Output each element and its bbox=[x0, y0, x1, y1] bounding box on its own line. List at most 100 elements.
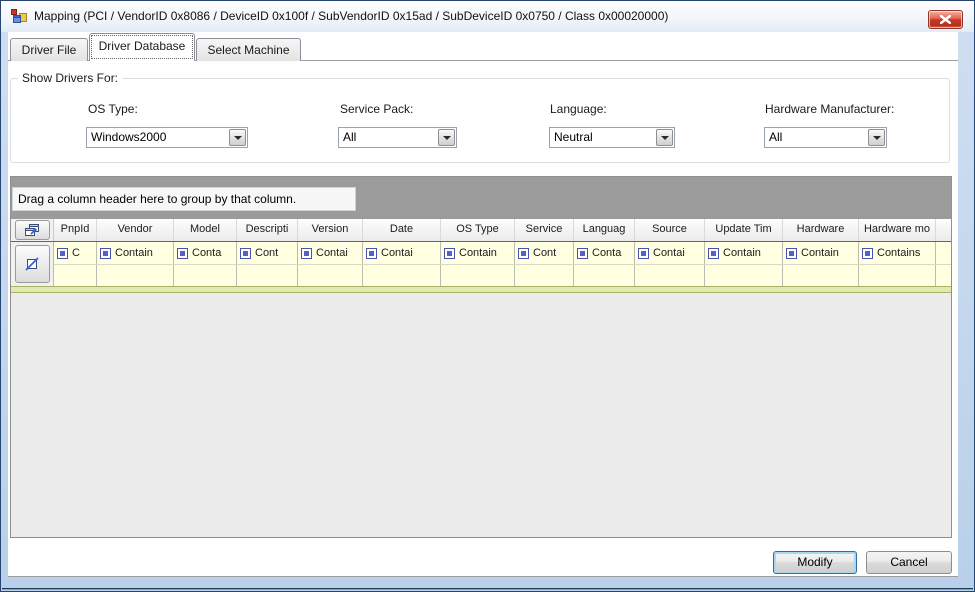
filter-cell-pnpid[interactable]: C bbox=[54, 242, 97, 264]
chevron-down-icon bbox=[443, 136, 451, 140]
hardware-manufacturer-dropdown-button[interactable] bbox=[868, 129, 885, 146]
column-header-hardware[interactable]: Hardware bbox=[783, 219, 859, 241]
service-pack-combobox[interactable]: All bbox=[338, 127, 457, 148]
filter-cell-vendor[interactable]: Contain bbox=[97, 242, 174, 264]
column-header-pnpid[interactable]: PnpId bbox=[54, 219, 97, 241]
empty-cell-service[interactable] bbox=[515, 265, 574, 286]
close-icon bbox=[940, 15, 951, 24]
filter-cell-hardware[interactable]: Contain bbox=[783, 242, 859, 264]
empty-cell-hardware-mo[interactable] bbox=[859, 265, 936, 286]
filter-cell-descripti[interactable]: Cont bbox=[237, 242, 298, 264]
filter-cell-date[interactable]: Contai bbox=[363, 242, 441, 264]
grid-empty-area bbox=[11, 293, 951, 537]
grid-header-row: PnpIdVendorModelDescriptiVersionDateOS T… bbox=[11, 219, 951, 242]
filter-cell-version[interactable]: Contai bbox=[298, 242, 363, 264]
column-header-descripti[interactable]: Descripti bbox=[237, 219, 298, 241]
column-header-vendor[interactable]: Vendor bbox=[97, 219, 174, 241]
language-dropdown-button[interactable] bbox=[656, 129, 673, 146]
filter-text: Conta bbox=[192, 247, 221, 259]
column-header-os-type[interactable]: OS Type bbox=[441, 219, 515, 241]
filter-cell-model[interactable]: Conta bbox=[174, 242, 237, 264]
filter-condition-icon[interactable] bbox=[862, 248, 873, 259]
language-value: Neutral bbox=[554, 128, 654, 147]
filter-cell-hardware-mo[interactable]: Contains bbox=[859, 242, 936, 264]
field-chooser-button[interactable] bbox=[15, 220, 50, 240]
filter-condition-icon[interactable] bbox=[100, 248, 111, 259]
close-button[interactable] bbox=[928, 10, 963, 29]
service-pack-value: All bbox=[343, 128, 436, 147]
filter-cell-languag[interactable]: Conta bbox=[574, 242, 635, 264]
filter-condition-icon[interactable] bbox=[577, 248, 588, 259]
filter-text: Contai bbox=[653, 247, 685, 259]
column-header-service[interactable]: Service bbox=[515, 219, 574, 241]
filter-condition-icon[interactable] bbox=[366, 248, 377, 259]
empty-cell-model[interactable] bbox=[174, 265, 237, 286]
modify-button[interactable]: Modify bbox=[773, 551, 857, 574]
filter-cell-source[interactable]: Contai bbox=[635, 242, 705, 264]
filter-text: Contains bbox=[877, 247, 920, 259]
group-by-band[interactable]: Drag a column header here to group by th… bbox=[11, 177, 951, 219]
window-title: Mapping (PCI / VendorID 0x8086 / DeviceI… bbox=[34, 1, 668, 32]
cancel-button[interactable]: Cancel bbox=[866, 551, 952, 574]
os-type-dropdown-button[interactable] bbox=[229, 129, 246, 146]
os-type-combobox[interactable]: Windows2000 bbox=[86, 127, 248, 148]
chevron-down-icon bbox=[661, 136, 669, 140]
grid-filter-area: CContainContaContContaiContaiContainCont… bbox=[11, 242, 951, 286]
empty-cell-source[interactable] bbox=[635, 265, 705, 286]
empty-cell-hardware[interactable] bbox=[783, 265, 859, 286]
filter-condition-icon[interactable] bbox=[638, 248, 649, 259]
tab-select-machine[interactable]: Select Machine bbox=[196, 38, 301, 61]
tab-driver-file[interactable]: Driver File bbox=[10, 38, 88, 61]
column-header-date[interactable]: Date bbox=[363, 219, 441, 241]
empty-cell-descripti[interactable] bbox=[237, 265, 298, 286]
empty-cell-vendor[interactable] bbox=[97, 265, 174, 286]
filter-cell-service[interactable]: Cont bbox=[515, 242, 574, 264]
grid-corner-cell bbox=[11, 219, 54, 241]
groupbox-title: Show Drivers For: bbox=[18, 71, 122, 85]
filter-edit-icon bbox=[24, 256, 40, 272]
filter-condition-icon[interactable] bbox=[786, 248, 797, 259]
empty-cell-date[interactable] bbox=[363, 265, 441, 286]
filter-condition-icon[interactable] bbox=[240, 248, 251, 259]
language-combobox[interactable]: Neutral bbox=[549, 127, 675, 148]
show-drivers-groupbox: Show Drivers For: bbox=[10, 78, 950, 163]
column-header-model[interactable]: Model bbox=[174, 219, 237, 241]
filter-condition-icon[interactable] bbox=[444, 248, 455, 259]
chevron-down-icon bbox=[873, 136, 881, 140]
window-bottom-accent bbox=[2, 589, 973, 590]
empty-cell-languag[interactable] bbox=[574, 265, 635, 286]
filter-edit-button[interactable] bbox=[15, 245, 50, 283]
hardware-manufacturer-value: All bbox=[769, 128, 866, 147]
filter-cell-os-type[interactable]: Contain bbox=[441, 242, 515, 264]
column-header-source[interactable]: Source bbox=[635, 219, 705, 241]
grid-row-separator bbox=[11, 286, 951, 293]
tab-driver-database[interactable]: Driver Database bbox=[89, 33, 195, 61]
filter-text: Contain bbox=[723, 247, 761, 259]
titlebar[interactable]: Mapping (PCI / VendorID 0x8086 / DeviceI… bbox=[1, 1, 974, 32]
winform-icon bbox=[11, 8, 27, 24]
filter-text: Contain bbox=[459, 247, 497, 259]
empty-cell-os-type[interactable] bbox=[441, 265, 515, 286]
empty-cell-pnpid[interactable] bbox=[54, 265, 97, 286]
row-indicator-column bbox=[11, 242, 54, 286]
column-header-languag[interactable]: Languag bbox=[574, 219, 635, 241]
hardware-manufacturer-label: Hardware Manufacturer: bbox=[765, 102, 894, 116]
filter-condition-icon[interactable] bbox=[177, 248, 188, 259]
filter-text: Cont bbox=[533, 247, 556, 259]
filter-text: Contai bbox=[381, 247, 413, 259]
column-header-update-tim[interactable]: Update Tim bbox=[705, 219, 783, 241]
filter-cell-update-tim[interactable]: Contain bbox=[705, 242, 783, 264]
column-header-version[interactable]: Version bbox=[298, 219, 363, 241]
filter-condition-icon[interactable] bbox=[57, 248, 68, 259]
filter-condition-icon[interactable] bbox=[301, 248, 312, 259]
column-header-hardware-mo[interactable]: Hardware mo bbox=[859, 219, 936, 241]
filter-condition-icon[interactable] bbox=[708, 248, 719, 259]
driver-grid: Drag a column header here to group by th… bbox=[10, 176, 952, 538]
hardware-manufacturer-combobox[interactable]: All bbox=[764, 127, 887, 148]
filter-text: Conta bbox=[592, 247, 621, 259]
service-pack-dropdown-button[interactable] bbox=[438, 129, 455, 146]
filter-condition-icon[interactable] bbox=[518, 248, 529, 259]
auto-filter-row: CContainContaContContaiContaiContainCont… bbox=[54, 242, 951, 265]
empty-cell-update-tim[interactable] bbox=[705, 265, 783, 286]
empty-cell-version[interactable] bbox=[298, 265, 363, 286]
